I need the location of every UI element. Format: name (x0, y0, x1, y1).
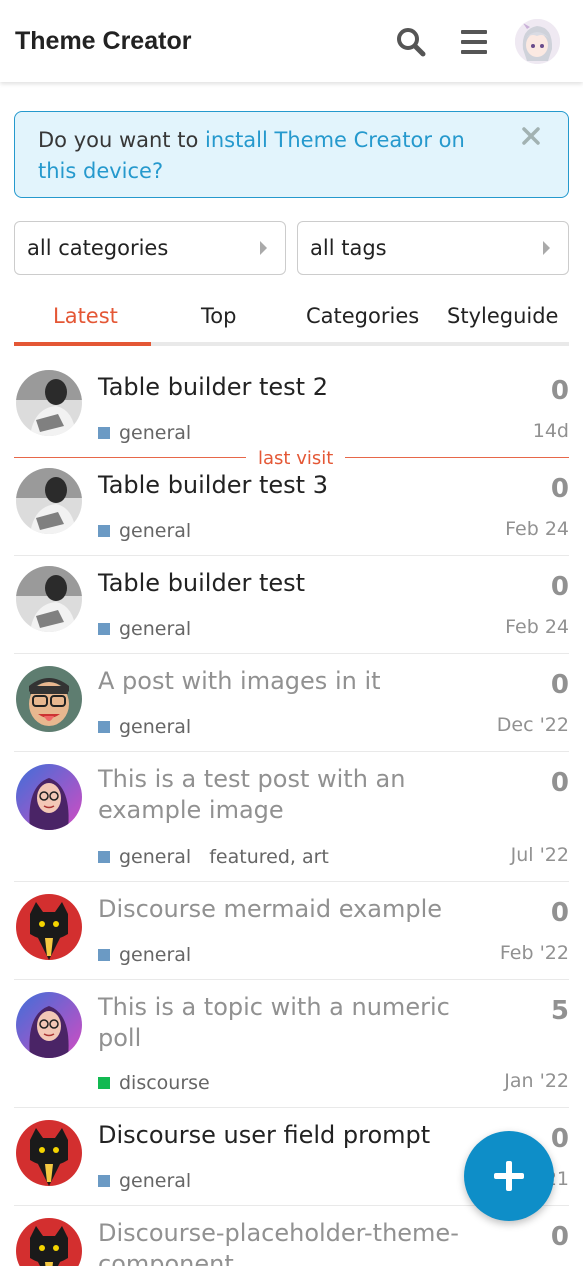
topic-activity-date[interactable]: Jul '22 (511, 844, 569, 866)
topic-post-count[interactable]: 0 (551, 898, 569, 928)
topic-title[interactable]: Discourse mermaid example (98, 894, 498, 925)
topic-row[interactable]: Table builder test 2 general 0 14d (14, 358, 569, 456)
topic-author-avatar[interactable] (16, 1218, 82, 1266)
category-name: general (119, 520, 192, 542)
tab-latest[interactable]: Latest (53, 304, 118, 328)
topic-activity-date[interactable]: Jan '22 (504, 1070, 569, 1092)
topic-category[interactable]: general (98, 944, 191, 966)
site-header: Theme Creator (0, 0, 583, 82)
topic-author-avatar[interactable] (16, 666, 82, 732)
category-color-square (98, 721, 110, 733)
topic-row[interactable]: Table builder test general 0 Feb 24 (14, 556, 569, 654)
last-visit-label: last visit (246, 448, 346, 469)
category-name: general (119, 1170, 192, 1192)
tag-dropdown[interactable]: all tags (297, 221, 569, 275)
topic-activity-date[interactable]: 14d (533, 420, 569, 442)
topic-category[interactable]: discourse (98, 1072, 210, 1094)
banner-message: Do you want to install Theme Creator on … (38, 128, 465, 183)
topic-row[interactable]: This is a test post with an example imag… (14, 752, 569, 882)
install-app-banner: Do you want to install Theme Creator on … (14, 111, 569, 198)
category-dropdown-label: all categories (27, 236, 169, 260)
topic-post-count[interactable]: 0 (551, 768, 569, 798)
caret-right-icon (260, 241, 267, 255)
category-name: general (119, 944, 192, 966)
new-topic-button[interactable] (464, 1131, 554, 1221)
category-color-square (98, 1175, 110, 1187)
topic-post-count[interactable]: 0 (551, 572, 569, 602)
category-color-square (98, 851, 110, 863)
topic-post-count[interactable]: 5 (551, 996, 569, 1026)
category-color-square (98, 427, 110, 439)
tab-top[interactable]: Top (201, 304, 236, 328)
topic-activity-date[interactable]: Feb 24 (505, 616, 569, 638)
category-color-square (98, 525, 110, 537)
topic-post-count[interactable]: 0 (551, 670, 569, 700)
search-icon[interactable] (391, 22, 431, 62)
topic-row[interactable]: Discourse mermaid example general 0 Feb '22 (14, 882, 569, 980)
category-color-square (98, 1077, 110, 1089)
navigation-tabs: Latest Top Categories Styleguide (14, 298, 569, 346)
topic-row[interactable]: Table builder test 3 general 0 Feb 24 (14, 456, 569, 556)
topic-category[interactable]: general (98, 716, 191, 738)
topic-title[interactable]: Discourse user field prompt (98, 1120, 498, 1151)
topic-author-avatar[interactable] (16, 370, 82, 436)
topic-author-avatar[interactable] (16, 468, 82, 534)
category-color-square (98, 623, 110, 635)
topic-title[interactable]: This is a topic with a numeric poll (98, 992, 498, 1054)
user-avatar[interactable] (515, 19, 560, 64)
topic-title[interactable]: Table builder test 3 (98, 470, 498, 501)
category-name: general (119, 422, 192, 444)
topic-author-avatar[interactable] (16, 992, 82, 1058)
active-tab-indicator (14, 342, 151, 346)
topic-activity-date[interactable]: Feb 24 (505, 518, 569, 540)
topic-title[interactable]: Table builder test (98, 568, 498, 599)
tab-styleguide[interactable]: Styleguide (447, 304, 558, 328)
category-dropdown[interactable]: all categories (14, 221, 286, 275)
category-name: general (119, 618, 192, 640)
topic-title[interactable]: This is a test post with an example imag… (98, 764, 498, 826)
caret-right-icon (543, 241, 550, 255)
plus-icon (494, 1161, 524, 1191)
topic-category[interactable]: general (98, 618, 191, 640)
topic-author-avatar[interactable] (16, 566, 82, 632)
topic-title[interactable]: Discourse-placeholder-theme-component (98, 1218, 498, 1266)
topic-category[interactable]: general (98, 520, 191, 542)
category-name: general (119, 716, 192, 738)
site-title[interactable]: Theme Creator (15, 27, 191, 56)
topic-title[interactable]: A post with images in it (98, 666, 498, 697)
topic-post-count[interactable]: 0 (551, 1222, 569, 1252)
topic-author-avatar[interactable] (16, 894, 82, 960)
category-name: general (119, 846, 192, 868)
topic-category[interactable]: general (98, 422, 191, 444)
tab-categories[interactable]: Categories (306, 304, 419, 328)
topic-category[interactable]: general featured, art (98, 846, 329, 868)
topic-title[interactable]: Table builder test 2 (98, 372, 498, 403)
topic-post-count[interactable]: 0 (551, 1124, 569, 1154)
topic-post-count[interactable]: 0 (551, 474, 569, 504)
topic-post-count[interactable]: 0 (551, 376, 569, 406)
topic-author-avatar[interactable] (16, 764, 82, 830)
topic-activity-date[interactable]: Dec '22 (497, 714, 569, 736)
topic-row[interactable]: A post with images in it general 0 Dec '22 (14, 654, 569, 752)
tag-dropdown-label: all tags (310, 236, 387, 260)
topic-activity-date[interactable]: Feb '22 (500, 942, 569, 964)
topic-row[interactable]: This is a topic with a numeric poll disco… (14, 980, 569, 1108)
category-name: discourse (119, 1072, 210, 1094)
topic-category[interactable]: general (98, 1170, 191, 1192)
topic-tags[interactable]: featured, art (209, 846, 329, 868)
hamburger-menu-icon[interactable] (454, 22, 494, 62)
category-color-square (98, 949, 110, 961)
topic-author-avatar[interactable] (16, 1120, 82, 1186)
last-visit-divider: last visit (14, 448, 569, 469)
close-icon[interactable] (518, 125, 544, 151)
